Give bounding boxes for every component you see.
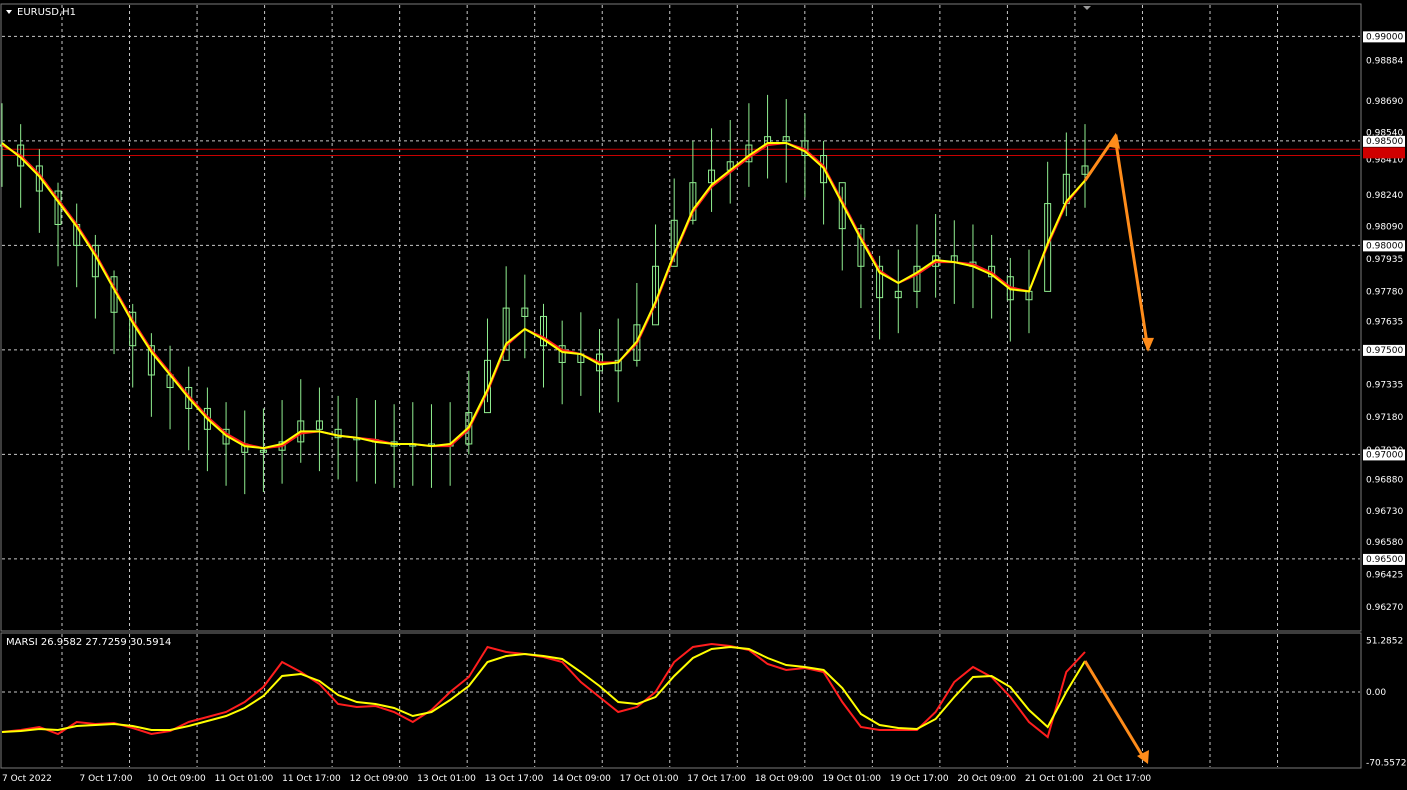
price-tick-label: 0.96730 [1366, 507, 1403, 517]
indicator-tick-label: 51.2852 [1366, 637, 1403, 647]
time-tick-label: 17 Oct 01:00 [620, 774, 679, 784]
price-tick-label: 0.98240 [1366, 191, 1403, 201]
price-level-label: 0.97000 [1366, 450, 1403, 460]
price-tick-label: 0.96880 [1366, 475, 1403, 485]
time-tick-label: 13 Oct 01:00 [417, 774, 476, 784]
indicator-title: MARSI 26.9582 27.7259 30.5914 [6, 637, 171, 648]
time-tick-label: 14 Oct 09:00 [552, 774, 611, 784]
background [0, 0, 1407, 790]
indicator-tick-label: -70.5572 [1366, 759, 1406, 769]
time-tick-label: 12 Oct 09:00 [350, 774, 409, 784]
time-tick-label: 11 Oct 01:00 [215, 774, 274, 784]
time-tick-label: 19 Oct 17:00 [890, 774, 949, 784]
price-tick-label: 0.97180 [1366, 413, 1403, 423]
price-tick-label: 0.97935 [1366, 255, 1403, 265]
price-tick-label: 0.97335 [1366, 380, 1403, 390]
price-tick-label: 0.96270 [1366, 603, 1403, 613]
price-tick-label: 0.97635 [1366, 318, 1403, 328]
time-tick-label: 17 Oct 17:00 [687, 774, 746, 784]
time-tick-label: 20 Oct 09:00 [957, 774, 1016, 784]
price-tick-label: 0.98884 [1366, 57, 1403, 67]
time-tick-label: 7 Oct 17:00 [80, 774, 133, 784]
time-tick-label: 7 Oct 2022 [2, 774, 52, 784]
price-level-label: 0.97500 [1366, 346, 1403, 356]
price-tick-label: 0.98090 [1366, 223, 1403, 233]
price-level-label: 0.96500 [1366, 555, 1403, 565]
price-tick-label: 0.96425 [1366, 571, 1403, 581]
time-tick-label: 19 Oct 01:00 [822, 774, 881, 784]
price-level-label: 0.98000 [1366, 241, 1403, 251]
time-tick-label: 13 Oct 17:00 [485, 774, 544, 784]
price-level-label: 0.98500 [1366, 137, 1403, 147]
symbol-title: EURUSD,H1 [17, 7, 76, 18]
time-tick-label: 21 Oct 01:00 [1025, 774, 1084, 784]
chart-canvas: 0.988840.986900.985400.984100.982400.980… [0, 0, 1407, 790]
time-tick-label: 21 Oct 17:00 [1092, 774, 1151, 784]
time-tick-label: 10 Oct 09:00 [147, 774, 206, 784]
price-tick-label: 0.97780 [1366, 287, 1403, 297]
time-axis: 7 Oct 2022 7 Oct 17:00 10 Oct 09:00 11 Oct … [2, 774, 1151, 784]
price-tick-label: 0.98690 [1366, 97, 1403, 107]
time-tick-label: 11 Oct 17:00 [282, 774, 341, 784]
current-price-marker [1363, 147, 1405, 159]
price-tick-label: 0.96580 [1366, 538, 1403, 548]
indicator-tick-label: 0.00 [1366, 688, 1386, 698]
time-tick-label: 18 Oct 09:00 [755, 774, 814, 784]
price-level-label: 0.99000 [1366, 32, 1403, 42]
